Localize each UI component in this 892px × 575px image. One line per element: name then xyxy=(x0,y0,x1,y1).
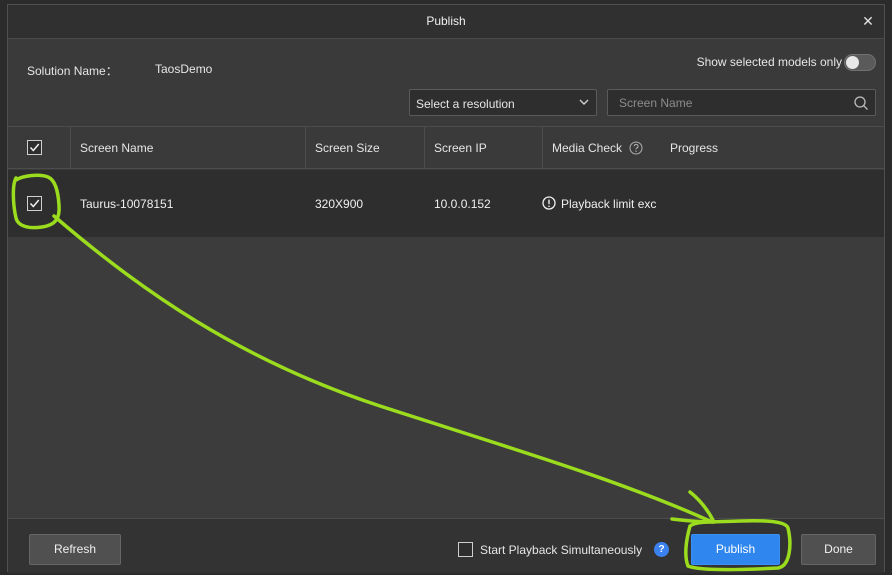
exclamation-circle-icon xyxy=(542,196,556,210)
column-header-screen-ip[interactable]: Screen IP xyxy=(434,141,487,155)
dialog-footer: Refresh Start Playback Simultaneously ? … xyxy=(8,518,884,573)
cell-media-check[interactable]: Playback limit exc xyxy=(561,197,656,211)
solution-name-label: Solution Name： xyxy=(27,64,118,78)
chevron-down-icon xyxy=(579,99,589,105)
title-bar: Publish ✕ xyxy=(8,5,884,39)
column-divider xyxy=(542,127,543,169)
done-button[interactable]: Done xyxy=(801,534,876,565)
show-selected-toggle[interactable] xyxy=(844,54,876,71)
toggle-knob xyxy=(846,56,859,69)
publish-button[interactable]: Publish xyxy=(691,534,780,565)
column-divider xyxy=(305,127,306,169)
table-header: Screen Name Screen Size Screen IP Media … xyxy=(8,126,884,169)
column-header-media-check[interactable]: Media Check xyxy=(552,141,643,155)
row-checkbox[interactable] xyxy=(27,196,42,211)
solution-name: Solution Name： TaosDemo xyxy=(27,62,212,79)
refresh-button[interactable]: Refresh xyxy=(29,534,121,565)
column-header-screen-name[interactable]: Screen Name xyxy=(80,141,153,155)
publish-dialog: Publish ✕ Solution Name： TaosDemo Show s… xyxy=(7,4,885,573)
cell-screen-size: 320X900 xyxy=(315,197,364,211)
start-simultaneously-checkbox[interactable] xyxy=(458,542,473,557)
column-divider xyxy=(70,127,71,169)
close-icon[interactable]: ✕ xyxy=(860,13,876,29)
column-divider xyxy=(424,127,425,169)
start-simultaneously-label: Start Playback Simultaneously xyxy=(480,543,643,557)
checkmark-icon xyxy=(29,199,40,208)
resolution-select[interactable]: Select a resolution xyxy=(409,89,597,116)
table-row[interactable]: Taurus-10078151 320X900 10.0.0.152 Playb… xyxy=(8,170,884,237)
column-header-progress[interactable]: Progress xyxy=(670,141,718,155)
show-selected-label: Show selected models only xyxy=(696,55,842,69)
question-circle-icon[interactable] xyxy=(629,141,643,155)
column-header-screen-size[interactable]: Screen Size xyxy=(315,141,380,155)
cell-screen-ip: 10.0.0.152 xyxy=(434,197,491,211)
media-check-label: Media Check xyxy=(552,141,623,155)
dialog-title: Publish xyxy=(426,14,466,28)
help-icon[interactable]: ? xyxy=(654,542,669,557)
resolution-select-value: Select a resolution xyxy=(416,97,515,111)
screen-name-search xyxy=(607,89,876,116)
cell-screen-name: Taurus-10078151 xyxy=(80,197,174,211)
checkmark-icon xyxy=(29,143,40,152)
search-input[interactable] xyxy=(608,90,848,115)
table-empty-area xyxy=(8,237,884,518)
solution-name-value: TaosDemo xyxy=(155,62,213,76)
select-all-checkbox[interactable] xyxy=(27,140,42,155)
search-icon[interactable] xyxy=(853,95,869,111)
